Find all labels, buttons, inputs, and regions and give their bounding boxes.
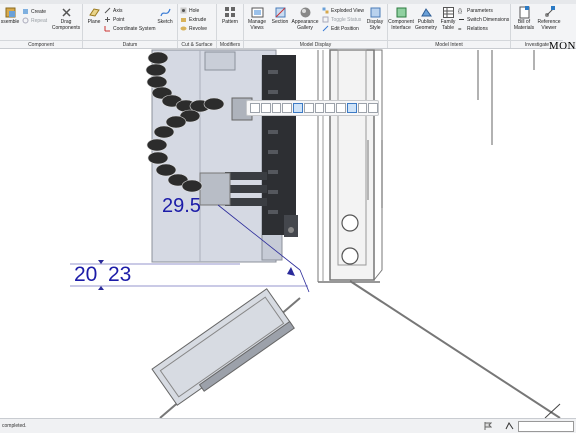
group-label-model-display[interactable]: Model Display [244, 40, 387, 49]
view-toolbar [246, 100, 379, 116]
display-style-icon [370, 7, 380, 18]
parameters-button[interactable]: {} Parameters [458, 7, 493, 15]
status-bar: completed. [0, 418, 576, 433]
create-button[interactable]: Create [22, 8, 46, 15]
flag-icon[interactable] [484, 422, 492, 430]
reference-viewer-button[interactable]: Reference Viewer [537, 6, 561, 31]
point-button[interactable]: Point [104, 16, 124, 23]
section-button[interactable]: Section [270, 6, 290, 26]
appearance-gallery-button[interactable]: Appearance Gallery [291, 6, 319, 31]
switch-dimensions-button[interactable]: Switch Dimensions [458, 16, 509, 23]
relations-icon: = [458, 27, 462, 32]
dimension-value[interactable]: 23 [108, 263, 131, 287]
perspective-icon[interactable] [325, 103, 335, 113]
coordinate-system-button[interactable]: Coordinate System [104, 25, 156, 32]
extrude-icon [181, 18, 186, 22]
saved-orientations-icon[interactable] [303, 103, 314, 113]
spin-center-icon[interactable] [368, 103, 378, 113]
manage-views-icon [251, 7, 263, 18]
reference-viewer-icon [544, 6, 555, 17]
axis-button[interactable]: Axis [104, 7, 122, 14]
revolve-icon [180, 26, 187, 31]
group-label-cut-surface[interactable]: Cut & Surface [178, 40, 216, 49]
sketch-button[interactable]: Sketch [154, 6, 176, 26]
component-interface-button[interactable]: Component Interface [388, 6, 414, 31]
refit-icon[interactable] [250, 103, 260, 113]
component-interface-icon [396, 7, 406, 18]
parameters-icon: {} [458, 9, 462, 14]
relations-button[interactable]: = Relations [458, 25, 488, 33]
datum-display-filters-icon[interactable] [346, 103, 357, 113]
family-table-icon [442, 7, 454, 18]
section-view-icon[interactable] [336, 103, 346, 113]
display-style-icon[interactable] [293, 103, 303, 113]
section-icon [275, 7, 285, 18]
group-label-model-intent[interactable]: Model Intent [388, 40, 510, 49]
repaint-icon[interactable] [282, 103, 292, 113]
family-table-button[interactable]: Family Table [439, 6, 457, 31]
zoom-out-icon[interactable] [271, 103, 282, 113]
brand-logo: MON [548, 40, 576, 52]
drag-components-button[interactable]: Drag Components [52, 6, 80, 31]
graphics-area[interactable]: 29.5 20 23 [0, 49, 576, 418]
pattern-icon [224, 7, 235, 17]
annotation-display-icon[interactable] [357, 103, 368, 113]
svg-text:=: = [458, 27, 462, 32]
plane-icon [88, 8, 100, 17]
ribbon-tabs-strip [0, 0, 576, 4]
bill-of-materials-button[interactable]: Bill of Materials [512, 6, 536, 31]
selection-filter-dropdown[interactable] [518, 421, 574, 432]
view-manager-icon[interactable] [314, 103, 325, 113]
dimension-value[interactable]: 29.5 [162, 195, 201, 218]
manage-views-button[interactable]: Manage Views [245, 6, 269, 31]
switch-dimensions-icon [459, 19, 464, 20]
appearance-gallery-icon [300, 7, 310, 18]
publish-geometry-icon [420, 8, 432, 17]
edit-position-icon [322, 25, 329, 32]
sketch-icon [159, 8, 171, 17]
repeat-icon [22, 17, 29, 24]
exploded-view-button[interactable]: Exploded View [322, 7, 364, 14]
hole-button[interactable]: Hole [180, 7, 199, 14]
pattern-button[interactable]: Pattern [219, 6, 241, 26]
exploded-view-icon [322, 7, 329, 14]
assemble-button[interactable]: ssemble [0, 6, 20, 26]
revolve-button[interactable]: Revolve [180, 25, 207, 32]
status-message: completed. [2, 423, 27, 429]
publish-geometry-button[interactable]: Publish Geometry [414, 6, 438, 31]
toggle-status-button[interactable]: Toggle Status [322, 16, 361, 23]
create-icon [23, 9, 28, 14]
bill-of-materials-icon [519, 6, 529, 19]
axis-icon [104, 7, 111, 14]
coordinate-system-icon [104, 26, 110, 32]
plane-button[interactable]: Plane [85, 6, 103, 26]
svg-text:{}: {} [458, 9, 462, 14]
repeat-button[interactable]: Repeat [22, 17, 47, 24]
assemble-icon [5, 7, 15, 18]
display-style-button[interactable]: Display Style [364, 6, 386, 31]
dimension-value[interactable]: 20 [74, 263, 97, 287]
group-label-modifiers[interactable]: Modifiers [217, 40, 243, 49]
extrude-button[interactable]: Extrude [180, 16, 206, 23]
ribbon: ssemble Create Repeat Drag Components Pl… [0, 0, 576, 49]
edit-position-button[interactable]: Edit Position [322, 25, 359, 32]
group-label-datum[interactable]: Datum [83, 40, 177, 49]
toggle-status-icon [322, 16, 329, 23]
group-label-component[interactable]: Component [0, 40, 82, 49]
drag-components-icon [61, 8, 71, 17]
smart-select-icon[interactable] [505, 422, 514, 430]
hole-icon [180, 7, 187, 14]
point-icon [105, 17, 110, 22]
zoom-in-icon[interactable] [260, 103, 271, 113]
